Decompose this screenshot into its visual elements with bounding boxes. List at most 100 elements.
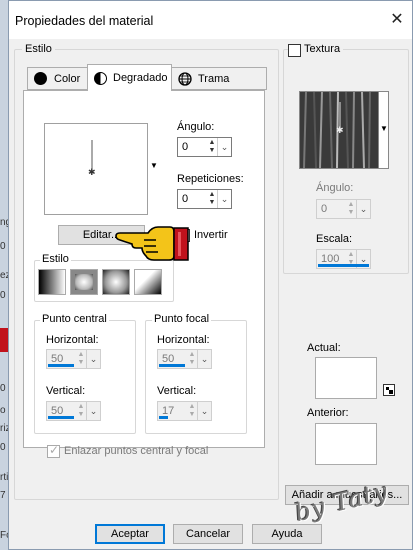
swap-swatch-icon[interactable]: [383, 384, 395, 396]
up-arrow-icon[interactable]: ▲: [207, 191, 217, 199]
center-vertical-spinbox[interactable]: 50 ▲ ▼ ⌄: [46, 401, 101, 421]
chevron-down-icon[interactable]: ⌄: [217, 190, 231, 208]
chevron-down-icon[interactable]: ⌄: [217, 138, 231, 156]
gradient-circle-icon: [94, 71, 107, 85]
svg-text:✱: ✱: [88, 168, 96, 178]
chevron-down-icon[interactable]: ⌄: [86, 350, 100, 368]
texture-angle-label: Ángulo:: [316, 182, 354, 194]
chevron-down-icon[interactable]: ⌄: [197, 402, 211, 420]
title-bar: Propiedades del material ✕: [9, 1, 412, 39]
dialog-title: Propiedades del material: [15, 14, 154, 28]
angle-spin-arrows[interactable]: ▲ ▼: [207, 139, 217, 155]
down-arrow-icon[interactable]: ▼: [76, 359, 86, 367]
current-swatch: [315, 357, 377, 399]
radial-style-button[interactable]: [102, 269, 130, 295]
close-icon[interactable]: ✕: [389, 12, 405, 28]
gradient-style-label: Estilo: [40, 253, 71, 265]
tab-gradient-label: Degradado: [113, 72, 168, 84]
center-horizontal-level-bar: [48, 364, 74, 367]
focal-horizontal-label: Horizontal:: [157, 334, 210, 346]
repeats-spin-arrows[interactable]: ▲ ▼: [207, 191, 217, 207]
material-properties-dialog: Propiedades del material ✕ Estilo Color …: [8, 0, 413, 550]
up-arrow-icon[interactable]: ▲: [187, 351, 197, 359]
focal-vertical-level-bar: [159, 416, 168, 419]
center-vertical-arrows[interactable]: ▲ ▼: [76, 403, 86, 419]
tab-color-label: Color: [54, 72, 81, 85]
estilo-group-label: Estilo: [22, 43, 55, 55]
down-arrow-icon[interactable]: ▼: [207, 147, 217, 155]
dropdown-arrow-icon: ▼: [150, 161, 158, 170]
angle-value: 0: [182, 141, 189, 153]
dialog-body: Estilo Color Degradado Trama ✱ ▼ Ángulo:…: [9, 39, 412, 549]
up-arrow-icon[interactable]: ▲: [207, 139, 217, 147]
previous-swatch[interactable]: [315, 423, 377, 465]
texture-thumbnail: ✱: [300, 92, 378, 168]
focal-horizontal-level-bar: [159, 364, 185, 367]
chevron-down-icon[interactable]: ⌄: [197, 350, 211, 368]
down-arrow-icon[interactable]: ▼: [346, 209, 356, 217]
linear-style-button[interactable]: [38, 269, 66, 295]
center-horizontal-arrows[interactable]: ▲ ▼: [76, 351, 86, 367]
down-arrow-icon[interactable]: ▼: [187, 411, 197, 419]
repeats-value: 0: [182, 193, 189, 205]
center-vertical-label: Vertical:: [46, 385, 86, 397]
texture-angle-value: 0: [321, 203, 328, 215]
rectangular-style-button[interactable]: [70, 269, 98, 295]
texture-checkbox[interactable]: [288, 44, 301, 57]
texture-scale-spinbox[interactable]: 100 ▲ ▼ ⌄: [316, 249, 371, 269]
pointing-hand-cursor: [115, 226, 189, 261]
angle-spinbox[interactable]: 0 ▲ ▼ ⌄: [177, 137, 232, 157]
texture-scale-label: Escala:: [316, 233, 353, 245]
up-arrow-icon[interactable]: ▲: [76, 351, 86, 359]
down-arrow-icon[interactable]: ▼: [207, 199, 217, 207]
ok-button[interactable]: Aceptar: [95, 524, 165, 544]
link-points-label: Enlazar puntos central y focal: [64, 445, 209, 457]
tab-pattern[interactable]: Trama: [171, 67, 267, 90]
focal-point-label: Punto focal: [152, 313, 212, 325]
center-vertical-level-bar: [48, 416, 74, 419]
texture-angle-arrows[interactable]: ▲ ▼: [346, 201, 356, 217]
center-horizontal-spinbox[interactable]: 50 ▲ ▼ ⌄: [46, 349, 101, 369]
texture-label: Textura: [301, 43, 344, 55]
focal-vertical-spinbox[interactable]: 17 ▲ ▼ ⌄: [157, 401, 212, 421]
center-horizontal-label: Horizontal:: [46, 334, 99, 346]
gradient-preview[interactable]: ✱: [44, 123, 148, 215]
focal-vertical-label: Vertical:: [157, 385, 197, 397]
focal-horizontal-arrows[interactable]: ▲ ▼: [187, 351, 197, 367]
help-button[interactable]: Ayuda: [252, 524, 322, 544]
up-arrow-icon[interactable]: ▲: [346, 201, 356, 209]
up-arrow-icon[interactable]: ▲: [76, 403, 86, 411]
tab-pattern-label: Trama: [198, 72, 230, 85]
up-arrow-icon[interactable]: ▲: [346, 251, 356, 259]
sunburst-style-button[interactable]: [134, 269, 162, 295]
chevron-down-icon[interactable]: ⌄: [356, 200, 370, 218]
down-arrow-icon[interactable]: ▼: [187, 359, 197, 367]
up-arrow-icon[interactable]: ▲: [187, 403, 197, 411]
cancel-button[interactable]: Cancelar: [173, 524, 243, 544]
gradient-dropdown-button[interactable]: ▼: [148, 123, 158, 215]
link-points-checkbox[interactable]: [47, 443, 60, 458]
focal-horizontal-spinbox[interactable]: 50 ▲ ▼ ⌄: [157, 349, 212, 369]
current-label: Actual:: [307, 342, 341, 354]
previous-label: Anterior:: [307, 407, 349, 419]
repeats-label: Repeticiones:: [177, 173, 244, 185]
texture-dropdown-button[interactable]: ▼: [379, 91, 389, 169]
dropdown-arrow-icon: ▼: [380, 124, 388, 133]
gradient-direction-indicator: ✱: [88, 140, 96, 178]
down-arrow-icon[interactable]: ▼: [76, 411, 86, 419]
focal-vertical-arrows[interactable]: ▲ ▼: [187, 403, 197, 419]
chevron-down-icon[interactable]: ⌄: [86, 402, 100, 420]
pattern-globe-icon: [178, 71, 192, 86]
tab-color[interactable]: Color: [27, 67, 88, 90]
invert-label: Invertir: [194, 229, 228, 241]
texture-preview[interactable]: ✱: [299, 91, 379, 169]
gradient-tab-panel: ✱ ▼ Ángulo: 0 ▲ ▼ ⌄ Repeticiones: 0 ▲ ▼ …: [23, 90, 265, 448]
angle-label: Ángulo:: [177, 121, 215, 133]
svg-text:✱: ✱: [336, 126, 344, 136]
center-point-label: Punto central: [40, 313, 109, 325]
color-circle-icon: [34, 72, 47, 85]
texture-angle-spinbox[interactable]: 0 ▲ ▼ ⌄: [316, 199, 371, 219]
texture-scale-level-bar: [318, 264, 369, 267]
tab-gradient[interactable]: Degradado: [87, 64, 172, 91]
repeats-spinbox[interactable]: 0 ▲ ▼ ⌄: [177, 189, 232, 209]
